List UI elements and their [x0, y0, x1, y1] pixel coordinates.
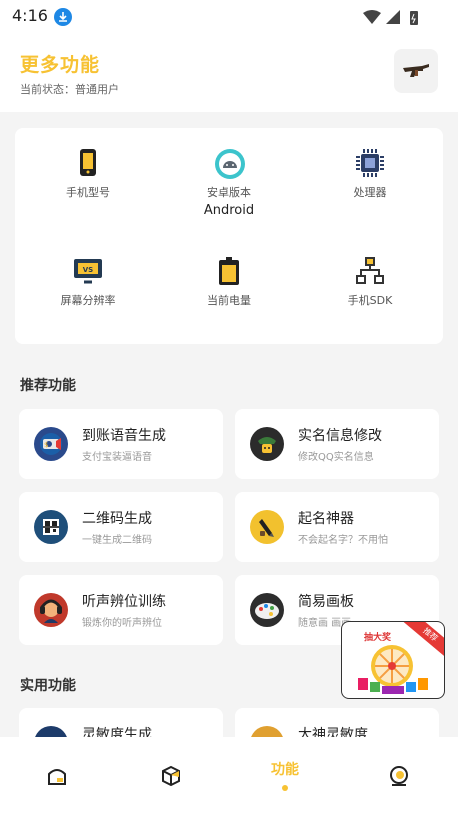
nav-profile[interactable] [342, 737, 456, 814]
lottery-float-button[interactable]: 抽大奖 推荐 [341, 621, 445, 699]
feature-subtitle: 一键生成二维码 [82, 535, 152, 546]
info-label: 屏幕分辨率 [60, 294, 116, 307]
profile-icon [390, 766, 408, 786]
palette-icon [250, 593, 284, 627]
feature-card[interactable]: 听声辨位训练 锻炼你的听声辨位 [19, 575, 223, 645]
feature-title: 起名神器 [298, 511, 354, 527]
prize-wheel-icon [358, 645, 428, 694]
info-phone-model[interactable]: 手机型号 [17, 148, 159, 200]
weapon-button[interactable] [394, 49, 438, 93]
qrcode-icon [34, 510, 68, 544]
phone-icon [73, 148, 103, 178]
active-indicator [282, 785, 288, 791]
device-info-card: 手机型号 安卓版本 Android 处理器 VS 屏幕分辨率 当前电量 手机SD… [15, 128, 443, 344]
rifle-icon [403, 64, 429, 77]
section-title-recommended: 推荐功能 [20, 378, 76, 394]
pen-icon [250, 510, 284, 544]
listen-icon [34, 593, 68, 627]
home-icon [48, 769, 66, 785]
feature-title: 简易画板 [298, 594, 354, 610]
info-label: 手机型号 [66, 186, 110, 199]
bottom-nav: 功能 [0, 737, 458, 814]
info-label: 当前电量 [207, 294, 251, 307]
monitor-icon: VS [73, 256, 103, 286]
feature-card[interactable]: 起名神器 不会起名字？不用怕 [235, 492, 439, 562]
info-label: 处理器 [353, 186, 387, 199]
status-time: 4:16 [12, 6, 48, 25]
feature-title: 到账语音生成 [82, 428, 166, 444]
sdk-icon [355, 256, 385, 286]
section-title-practical: 实用功能 [20, 678, 76, 694]
user-status: 当前状态：普通用户 [20, 83, 119, 96]
feature-card[interactable]: 二维码生成 一键生成二维码 [19, 492, 223, 562]
info-value: Android [203, 203, 255, 218]
feature-card[interactable]: 实名信息修改 修改QQ实名信息 [235, 409, 439, 479]
nav-features[interactable]: 功能 [228, 737, 342, 814]
feature-subtitle: 支付宝装逼语音 [82, 452, 152, 463]
wifi-icon [363, 10, 381, 24]
feature-subtitle: 修改QQ实名信息 [298, 452, 374, 463]
info-label: 手机SDK [347, 294, 393, 307]
info-processor[interactable]: 处理器 [299, 148, 441, 200]
battery-status-icon [410, 11, 418, 25]
header: 更多功能 当前状态：普通用户 [0, 32, 458, 112]
info-screen-resolution[interactable]: VS 屏幕分辨率 [17, 256, 159, 308]
android-icon [214, 148, 245, 179]
svg-text:$: $ [44, 441, 48, 449]
feature-subtitle: 锻炼你的听声辨位 [82, 618, 162, 629]
feature-title: 二维码生成 [82, 511, 152, 527]
realname-icon [250, 427, 284, 461]
signal-icon [386, 10, 400, 24]
info-battery-level[interactable]: 当前电量 [158, 256, 300, 308]
info-android-version[interactable]: 安卓版本 Android [158, 148, 300, 218]
status-icons [362, 8, 422, 30]
feature-title: 听声辨位训练 [82, 594, 166, 610]
download-icon [54, 8, 72, 26]
feature-card[interactable]: $ 到账语音生成 支付宝装逼语音 [19, 409, 223, 479]
chip-icon [355, 148, 385, 178]
feature-subtitle: 不会起名字？不用怕 [298, 535, 388, 546]
nav-box[interactable] [114, 737, 228, 814]
nav-home[interactable] [0, 737, 114, 814]
feature-title: 实名信息修改 [298, 428, 382, 444]
status-bar: 4:16 [0, 0, 458, 32]
info-label: 安卓版本 [207, 186, 251, 199]
box-icon [162, 765, 180, 787]
alipay-voice-icon: $ [34, 427, 68, 461]
page-title: 更多功能 [20, 54, 101, 76]
battery-icon [214, 256, 244, 286]
svg-text:VS: VS [83, 266, 93, 274]
info-phone-sdk[interactable]: 手机SDK [299, 256, 441, 308]
nav-label-features: 功能 [271, 762, 299, 778]
